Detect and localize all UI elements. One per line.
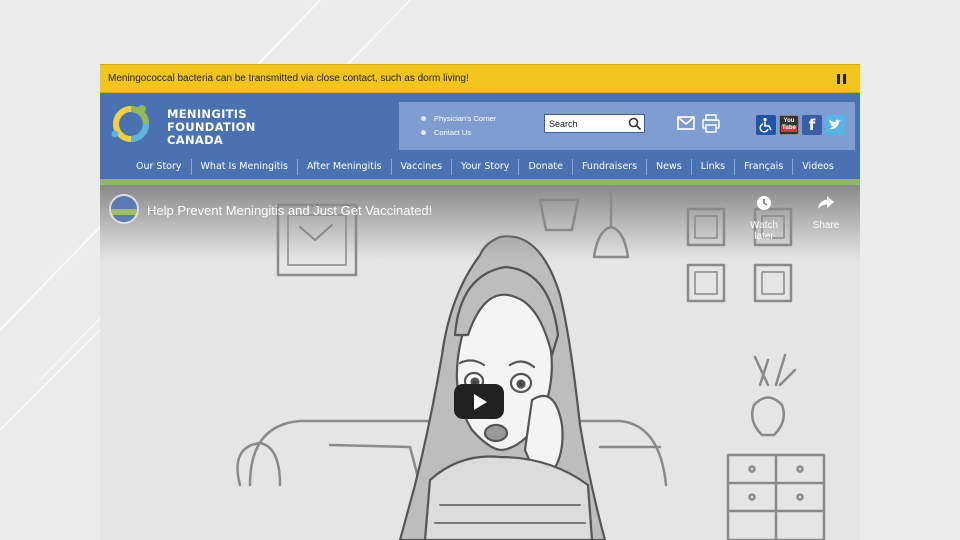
- youtube-icon[interactable]: You Tube: [779, 115, 799, 135]
- accessibility-icon[interactable]: [756, 115, 776, 135]
- nav-fundraisers[interactable]: Fundraisers: [573, 159, 648, 175]
- mail-icon[interactable]: [677, 116, 695, 130]
- twitter-icon[interactable]: [825, 115, 845, 135]
- clock-icon: [757, 196, 771, 210]
- video-player[interactable]: Help Prevent Meningitis and Just Get Vac…: [100, 185, 860, 540]
- nav-links[interactable]: Links: [692, 159, 736, 175]
- quick-links: Physician's Corner Contact Us: [421, 111, 496, 139]
- wheelchair-icon: [759, 117, 772, 133]
- logo-line-3: CANADA: [167, 133, 224, 147]
- nav-news[interactable]: News: [647, 159, 692, 175]
- video-title[interactable]: Help Prevent Meningitis and Just Get Vac…: [147, 203, 432, 218]
- contact-us-label: Contact Us: [434, 127, 472, 137]
- watch-later-button[interactable]: Watch later: [739, 195, 789, 242]
- pause-icon[interactable]: [837, 74, 846, 84]
- nav-after-meningitis[interactable]: After Meningitis: [298, 159, 392, 175]
- website-frame: Meningococcal bacteria can be transmitte…: [100, 64, 860, 540]
- print-icon[interactable]: [702, 114, 720, 134]
- share-button[interactable]: Share: [801, 195, 851, 231]
- logo-text[interactable]: MENINGITIS FOUNDATION CANADA: [167, 108, 256, 147]
- share-label: Share: [812, 220, 840, 231]
- alert-text: Meningococcal bacteria can be transmitte…: [108, 73, 469, 84]
- youtube-top-text: You: [783, 118, 795, 124]
- main-nav: Our Story What Is Meningitis After Menin…: [100, 155, 860, 179]
- share-icon: [818, 196, 834, 209]
- physicians-corner-link[interactable]: Physician's Corner: [421, 111, 496, 125]
- logo-icon[interactable]: [108, 101, 154, 147]
- bullet-icon: [421, 115, 426, 121]
- nav-videos[interactable]: Videos: [793, 159, 843, 175]
- bird-icon: [829, 119, 841, 130]
- facebook-icon[interactable]: f: [802, 115, 822, 135]
- nav-our-story[interactable]: Our Story: [100, 159, 192, 175]
- youtube-bottom-text: Tube: [781, 125, 797, 132]
- avatar-strip: [111, 209, 137, 215]
- utility-panel: Physician's Corner Contact Us Search You…: [399, 102, 855, 150]
- alert-bar: Meningococcal bacteria can be transmitte…: [100, 64, 860, 93]
- nav-donate[interactable]: Donate: [519, 159, 573, 175]
- site-header: MENINGITIS FOUNDATION CANADA Physician's…: [100, 93, 860, 155]
- contact-us-link[interactable]: Contact Us: [421, 125, 496, 139]
- nav-francais[interactable]: Français: [735, 159, 794, 175]
- social-links: You Tube f: [756, 115, 845, 135]
- bullet-icon: [421, 129, 426, 135]
- play-icon[interactable]: [454, 384, 504, 419]
- channel-avatar[interactable]: [109, 194, 139, 224]
- watch-later-label: Watch later: [750, 220, 778, 242]
- nav-vaccines[interactable]: Vaccines: [392, 159, 453, 175]
- nav-your-story[interactable]: Your Story: [452, 159, 520, 175]
- nav-what-is-meningitis[interactable]: What Is Meningitis: [192, 159, 298, 175]
- search-icon[interactable]: [628, 117, 642, 131]
- physicians-corner-label: Physician's Corner: [434, 113, 497, 123]
